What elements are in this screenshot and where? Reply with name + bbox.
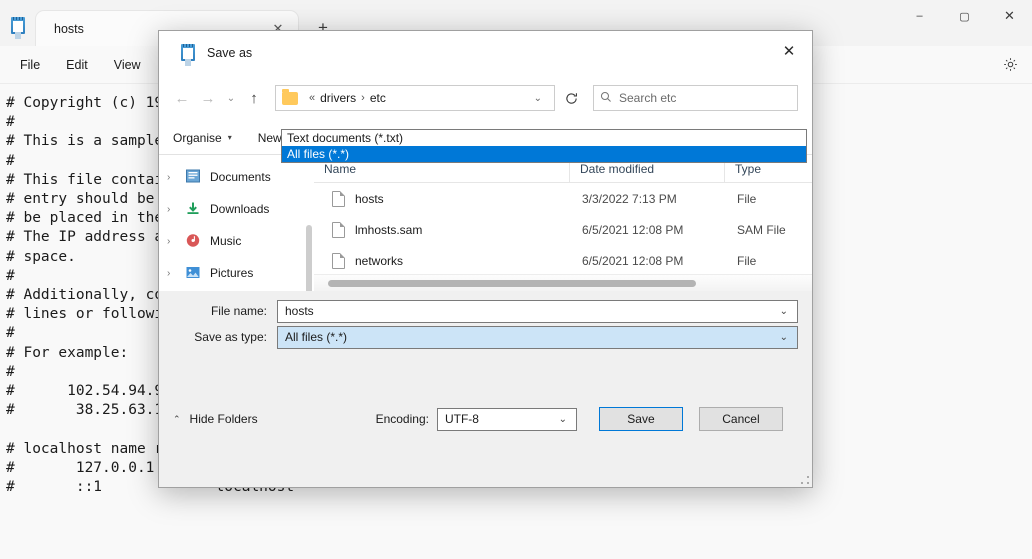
dialog-fields: File name: hosts ⌄ Save as type: All fil… [159,290,812,352]
dropdown-option-all-files[interactable]: All files (*.*) [282,146,806,162]
pictures-icon [185,265,202,281]
table-row[interactable]: networks 6/5/2021 12:08 PM File [314,245,812,276]
notepad-icon [181,44,197,62]
horizontal-scrollbar[interactable] [314,273,812,291]
file-date-modified: 6/5/2021 12:08 PM [582,222,684,237]
chevron-right-icon[interactable]: › [167,204,185,215]
menu-edit[interactable]: Edit [54,53,100,77]
chevron-up-icon: ⌃ [173,413,181,424]
scrollbar-thumb[interactable] [328,279,696,287]
table-row[interactable]: hosts 3/3/2022 7:13 PM File [314,183,812,214]
chevron-down-icon[interactable]: ⌄ [771,332,797,343]
save-button[interactable]: Save [598,407,683,432]
navigation-tree: › Documents › Downloads › Music › Pictur… [159,155,314,291]
tree-item-pictures[interactable]: › Pictures [159,257,314,289]
close-icon[interactable]: ✕ [766,31,812,71]
close-window-button[interactable]: ✕ [987,0,1032,32]
tree-item-label: Music [210,234,242,248]
hide-folders-button[interactable]: ⌃ Hide Folders [173,412,258,426]
encoding-combobox[interactable]: UTF-8 ⌄ [436,407,577,431]
file-date-modified: 6/5/2021 12:08 PM [582,253,684,268]
file-icon [332,252,345,269]
chevron-down-icon[interactable]: ⌄ [771,306,797,317]
chevron-down-icon[interactable]: ⌄ [550,414,576,425]
chevron-down-icon: ▾ [227,133,232,142]
file-name: hosts [355,191,384,206]
file-name-label: File name: [210,304,267,318]
file-name: lmhosts.sam [355,222,423,237]
dialog-body: › Documents › Downloads › Music › Pictur… [159,155,812,331]
save-as-type-row: Save as type: All files (*.*) ⌄ [173,325,798,349]
hide-folders-label: Hide Folders [189,412,258,427]
organise-button[interactable]: Organise ▾ [173,131,232,145]
search-input[interactable]: Search etc [593,85,798,111]
tree-item-label: Downloads [210,202,270,216]
save-as-type-value: All files (*.*) [285,330,348,344]
file-list: Name Date modified Type ⌃ hosts 3/3/2022… [314,155,812,331]
save-as-type-label: Save as type: [194,330,267,344]
dialog-footer: ⌃ Hide Folders Encoding: UTF-8 ⌄ Save Ca… [159,351,812,487]
search-icon [600,91,612,106]
music-icon [185,233,202,249]
dropdown-option-text-documents[interactable]: Text documents (*.txt) [282,130,806,146]
tree-item-label: Documents [210,170,271,184]
dialog-titlebar: Save as ✕ [159,31,812,75]
dialog-title: Save as [207,46,253,60]
file-name-input[interactable]: hosts ⌄ [277,299,798,323]
tree-item-downloads[interactable]: › Downloads [159,193,314,225]
table-row[interactable]: lmhosts.sam 6/5/2021 12:08 PM SAM File [314,214,812,245]
gear-icon[interactable] [996,51,1024,79]
search-placeholder: Search etc [619,91,677,105]
breadcrumb-separator: › [361,92,365,104]
chevron-down-icon[interactable]: ⌄ [526,93,550,104]
save-as-type-combobox[interactable]: All files (*.*) ⌄ [277,325,798,349]
downloads-icon [185,201,202,217]
arrow-left-icon[interactable]: ← [169,85,195,111]
folder-icon [282,88,298,105]
save-as-dialog: Save as ✕ ← → ⌄ ↑ « drivers › etc ⌄ Sear… [158,30,813,488]
file-type: SAM File [737,222,786,237]
file-type: File [737,191,757,206]
maximize-button[interactable]: ▢ [942,0,987,32]
cancel-button[interactable]: Cancel [698,407,783,432]
encoding-value: UTF-8 [444,412,479,427]
chevron-right-icon[interactable]: › [167,236,185,247]
chevron-right-icon[interactable]: › [167,268,185,279]
arrow-up-icon[interactable]: ↑ [241,85,267,111]
menu-view[interactable]: View [102,53,153,77]
file-name: networks [355,253,404,268]
save-as-type-dropdown-list: Text documents (*.txt) All files (*.*) [281,129,807,163]
menu-file[interactable]: File [8,53,52,77]
notepad-icon [11,17,27,35]
breadcrumb-part-drivers[interactable]: drivers [320,91,356,105]
documents-icon [185,169,202,185]
tree-item-label: Pictures [210,266,254,280]
dialog-navbar: ← → ⌄ ↑ « drivers › etc ⌄ Search etc [159,75,812,121]
organise-label: Organise [173,130,222,145]
arrow-right-icon[interactable]: → [195,85,221,111]
chevron-down-icon[interactable]: ⌄ [221,85,241,111]
file-icon [332,221,345,238]
file-name-row: File name: hosts ⌄ [173,299,798,323]
file-type: File [737,253,757,268]
minimize-button[interactable]: – [897,0,942,32]
chevron-right-icon[interactable]: › [167,172,185,183]
window-controls: – ▢ ✕ [897,0,1032,32]
tree-item-documents[interactable]: › Documents [159,161,314,193]
breadcrumb[interactable]: « drivers › etc ⌄ [275,85,555,111]
file-date-modified: 3/3/2022 7:13 PM [582,191,677,206]
tree-item-music[interactable]: › Music [159,225,314,257]
file-icon [332,190,345,207]
tree-scrollbar[interactable] [306,225,312,291]
breadcrumb-part-etc[interactable]: etc [370,91,386,105]
resize-grip[interactable] [800,475,810,485]
file-name-value: hosts [285,304,314,318]
encoding-label: Encoding: [375,412,429,427]
breadcrumb-overflow[interactable]: « [304,92,320,104]
refresh-icon[interactable] [558,85,584,111]
